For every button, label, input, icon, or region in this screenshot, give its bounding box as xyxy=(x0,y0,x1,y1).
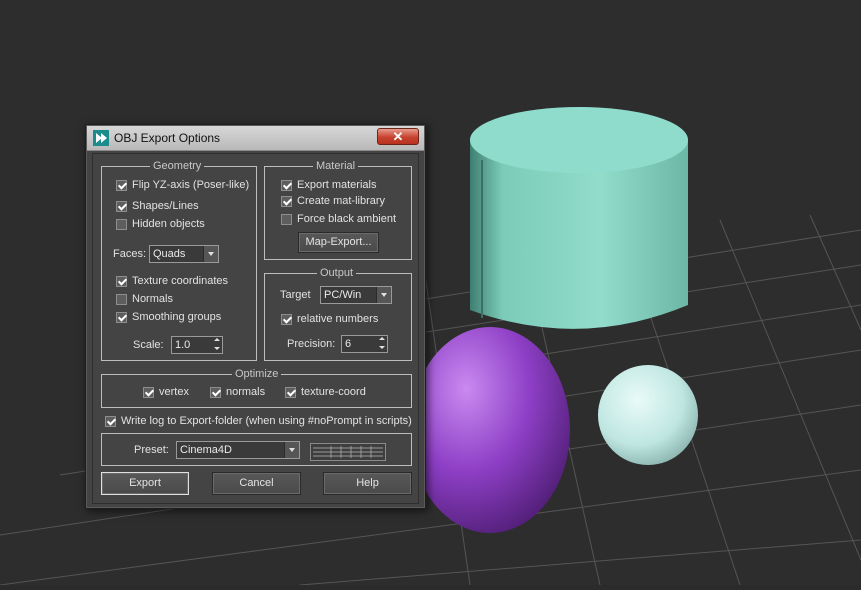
optimize-texture-coord-checkbox[interactable]: texture-coord xyxy=(285,384,366,400)
write-log-check[interactable] xyxy=(105,415,116,427)
spinner-down-icon[interactable] xyxy=(212,345,222,353)
optimize-texture-coord-label: texture-coord xyxy=(301,386,366,398)
relative-numbers-checkbox[interactable]: relative numbers xyxy=(281,311,378,327)
preset-group: Preset: Cinema4D xyxy=(101,433,412,466)
preset-label: Preset: xyxy=(134,444,169,456)
texture-coordinates-checkbox[interactable]: Texture coordinates xyxy=(116,273,228,289)
cancel-button[interactable]: Cancel xyxy=(212,472,301,495)
create-mat-library-check[interactable] xyxy=(281,195,292,207)
force-black-ambient-label: Force black ambient xyxy=(297,213,397,225)
spinner-down-icon[interactable] xyxy=(377,344,387,352)
title-bar[interactable]: OBJ Export Options ✕ xyxy=(87,126,424,151)
dialog-title: OBJ Export Options xyxy=(114,131,221,145)
target-dropdown[interactable]: PC/Win xyxy=(320,286,392,304)
optimize-vertex-label: vertex xyxy=(159,386,189,398)
scale-value: 1.0 xyxy=(175,339,191,351)
material-group: Material Export materials Create mat-lib… xyxy=(264,159,412,260)
relative-numbers-check[interactable] xyxy=(281,313,292,325)
spinner-up-icon[interactable] xyxy=(377,336,387,344)
force-black-ambient-checkbox[interactable]: Force black ambient xyxy=(281,211,396,227)
write-log-checkbox[interactable]: Write log to Export-folder (when using #… xyxy=(105,413,412,429)
output-group-label: Output xyxy=(317,266,357,280)
sphere-small xyxy=(598,365,698,465)
close-button[interactable]: ✕ xyxy=(377,128,419,145)
faces-dropdown[interactable]: Quads xyxy=(149,245,219,263)
precision-spinner[interactable]: 6 xyxy=(341,335,388,353)
close-icon: ✕ xyxy=(392,129,404,144)
smoothing-groups-checkbox[interactable]: Smoothing groups xyxy=(116,309,221,325)
faces-label: Faces: xyxy=(113,248,147,260)
smoothing-groups-label: Smoothing groups xyxy=(132,311,222,323)
optimize-normals-check[interactable] xyxy=(210,386,221,398)
dialog-client: Geometry Flip YZ-axis (Poser-like) Shape… xyxy=(92,153,419,504)
hidden-objects-check[interactable] xyxy=(116,218,127,230)
map-export-button[interactable]: Map-Export... xyxy=(298,232,379,253)
hidden-objects-checkbox[interactable]: Hidden objects xyxy=(116,216,205,232)
preset-tools[interactable] xyxy=(310,443,386,461)
create-mat-library-label: Create mat-library xyxy=(297,195,386,207)
export-materials-check[interactable] xyxy=(281,179,292,191)
scale-spinner[interactable]: 1.0 xyxy=(171,336,223,354)
precision-label: Precision: xyxy=(287,338,336,350)
flip-yz-label: Flip YZ-axis (Poser-like) xyxy=(132,179,250,191)
smoothing-groups-check[interactable] xyxy=(116,311,127,323)
chevron-down-icon[interactable] xyxy=(203,246,218,262)
optimize-texture-coord-check[interactable] xyxy=(285,386,296,398)
spinner-up-icon[interactable] xyxy=(212,337,222,345)
scale-label: Scale: xyxy=(133,339,164,351)
export-materials-label: Export materials xyxy=(297,179,377,191)
optimize-normals-checkbox[interactable]: normals xyxy=(210,384,265,400)
chevron-down-icon[interactable] xyxy=(376,287,391,303)
preset-value: Cinema4D xyxy=(180,444,232,456)
shapes-lines-checkbox[interactable]: Shapes/Lines xyxy=(116,198,199,214)
target-value: PC/Win xyxy=(324,289,362,301)
optimize-group: Optimize vertex normals texture-coord xyxy=(101,367,412,408)
flip-yz-checkbox[interactable]: Flip YZ-axis (Poser-like) xyxy=(116,177,249,193)
export-button[interactable]: Export xyxy=(101,472,189,495)
normals-checkbox[interactable]: Normals xyxy=(116,291,173,307)
cylinder xyxy=(470,107,688,329)
obj-export-dialog: OBJ Export Options ✕ Geometry Flip YZ-ax… xyxy=(85,124,426,509)
export-materials-checkbox[interactable]: Export materials xyxy=(281,177,376,193)
precision-value: 6 xyxy=(345,338,352,350)
texture-coordinates-label: Texture coordinates xyxy=(132,275,228,287)
max-logo-icon xyxy=(93,130,109,146)
optimize-vertex-check[interactable] xyxy=(143,386,154,398)
faces-value: Quads xyxy=(153,248,186,260)
shapes-lines-label: Shapes/Lines xyxy=(132,200,199,212)
output-group: Output Target PC/Win relative numbers Pr… xyxy=(264,266,412,361)
optimize-normals-label: normals xyxy=(226,386,266,398)
write-log-label: Write log to Export-folder (when using #… xyxy=(121,415,412,427)
shapes-lines-check[interactable] xyxy=(116,200,127,212)
chevron-down-icon[interactable] xyxy=(284,442,299,458)
optimize-vertex-checkbox[interactable]: vertex xyxy=(143,384,189,400)
create-mat-library-checkbox[interactable]: Create mat-library xyxy=(281,193,385,209)
optimize-group-label: Optimize xyxy=(232,367,282,381)
geometry-group: Geometry Flip YZ-axis (Poser-like) Shape… xyxy=(101,159,257,361)
relative-numbers-label: relative numbers xyxy=(297,313,379,325)
flip-yz-check[interactable] xyxy=(116,179,127,191)
material-group-label: Material xyxy=(313,159,359,173)
normals-check[interactable] xyxy=(116,293,127,305)
texture-coordinates-check[interactable] xyxy=(116,275,127,287)
force-black-ambient-check[interactable] xyxy=(281,213,292,225)
preset-dropdown[interactable]: Cinema4D xyxy=(176,441,300,459)
help-button[interactable]: Help xyxy=(323,472,412,495)
target-label: Target xyxy=(280,289,311,301)
normals-label: Normals xyxy=(132,293,173,305)
preset-grid-icon xyxy=(313,446,383,458)
sphere-large xyxy=(410,327,570,533)
geometry-group-label: Geometry xyxy=(150,159,205,173)
hidden-objects-label: Hidden objects xyxy=(132,218,205,230)
